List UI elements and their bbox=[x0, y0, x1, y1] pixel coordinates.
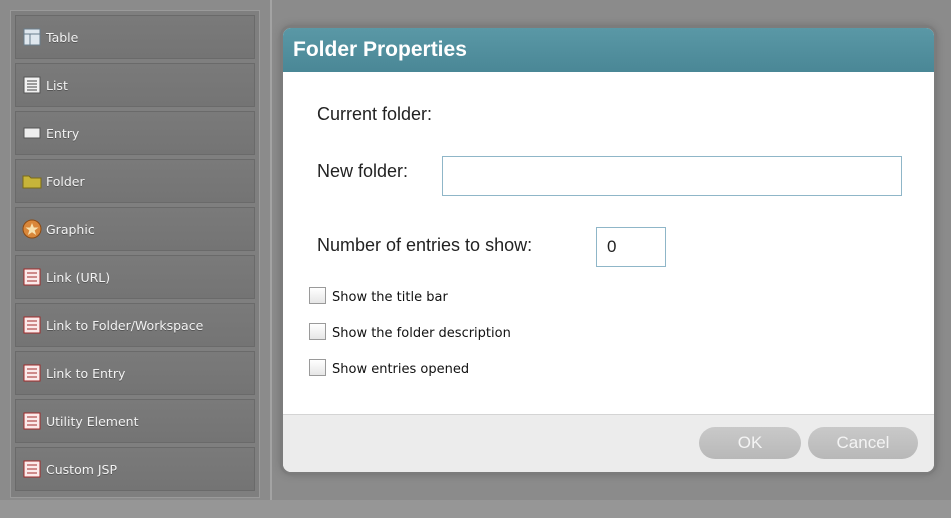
show-folder-description-checkbox[interactable] bbox=[309, 323, 326, 340]
palette-item-link-url[interactable]: Link (URL) bbox=[15, 255, 255, 299]
show-entries-opened-checkbox[interactable] bbox=[309, 359, 326, 376]
dialog-title[interactable]: Folder Properties bbox=[283, 28, 934, 72]
palette-item-label: Folder bbox=[46, 173, 85, 189]
palette-item-label: Link to Folder/Workspace bbox=[46, 317, 204, 333]
show-entries-opened-row[interactable]: Show entries opened bbox=[309, 359, 470, 377]
entry-icon bbox=[22, 123, 42, 143]
palette-item-graphic[interactable]: Graphic bbox=[15, 207, 255, 251]
palette-item-list[interactable]: List bbox=[15, 63, 255, 107]
panel-divider bbox=[270, 0, 272, 518]
show-folder-description-row[interactable]: Show the folder description bbox=[309, 323, 511, 341]
link-icon bbox=[22, 363, 42, 383]
palette-item-label: Link to Entry bbox=[46, 365, 126, 381]
palette-item-table[interactable]: Table bbox=[15, 15, 255, 59]
new-folder-label: New folder: bbox=[317, 161, 409, 181]
show-folder-description-label: Show the folder description bbox=[332, 326, 511, 341]
show-title-bar-checkbox[interactable] bbox=[309, 287, 326, 304]
palette-item-label: List bbox=[46, 77, 68, 93]
link-icon bbox=[22, 459, 42, 479]
palette-item-label: Custom JSP bbox=[46, 461, 118, 477]
show-entries-opened-label: Show entries opened bbox=[332, 362, 470, 377]
dialog-footer: OK Cancel bbox=[283, 414, 934, 472]
graphic-icon bbox=[22, 219, 42, 239]
table-icon bbox=[22, 27, 42, 47]
palette-item-folder[interactable]: Folder bbox=[15, 159, 255, 203]
link-icon bbox=[22, 315, 42, 335]
link-icon bbox=[22, 411, 42, 431]
palette-item-link-entry[interactable]: Link to Entry bbox=[15, 351, 255, 395]
app-root: Table List Entry Folder Graphic Link (UR… bbox=[0, 0, 951, 518]
dialog-body: Current folder: New folder: Number of en… bbox=[283, 72, 934, 414]
ok-button[interactable]: OK bbox=[699, 427, 801, 459]
list-icon bbox=[22, 75, 42, 95]
palette-item-custom-jsp[interactable]: Custom JSP bbox=[15, 447, 255, 491]
current-folder-label: Current folder: bbox=[317, 104, 433, 124]
palette-item-label: Link (URL) bbox=[46, 269, 111, 285]
palette-item-label: Utility Element bbox=[46, 413, 139, 429]
show-title-bar-row[interactable]: Show the title bar bbox=[309, 287, 448, 305]
palette-item-label: Entry bbox=[46, 125, 80, 141]
show-title-bar-label: Show the title bar bbox=[332, 290, 448, 305]
element-palette: Table List Entry Folder Graphic Link (UR… bbox=[10, 10, 260, 498]
cancel-button[interactable]: Cancel bbox=[808, 427, 918, 459]
palette-item-label: Table bbox=[46, 29, 79, 45]
palette-item-link-folder-workspace[interactable]: Link to Folder/Workspace bbox=[15, 303, 255, 347]
entries-count-label: Number of entries to show: bbox=[317, 235, 533, 255]
folder-properties-dialog: Folder Properties Current folder: New fo… bbox=[283, 28, 934, 472]
palette-item-label: Graphic bbox=[46, 221, 95, 237]
palette-item-entry[interactable]: Entry bbox=[15, 111, 255, 155]
palette-item-utility-element[interactable]: Utility Element bbox=[15, 399, 255, 443]
bottom-strip bbox=[0, 500, 951, 518]
entries-count-input[interactable] bbox=[596, 227, 666, 267]
link-icon bbox=[22, 267, 42, 287]
folder-icon bbox=[22, 171, 42, 191]
new-folder-input[interactable] bbox=[442, 156, 902, 196]
